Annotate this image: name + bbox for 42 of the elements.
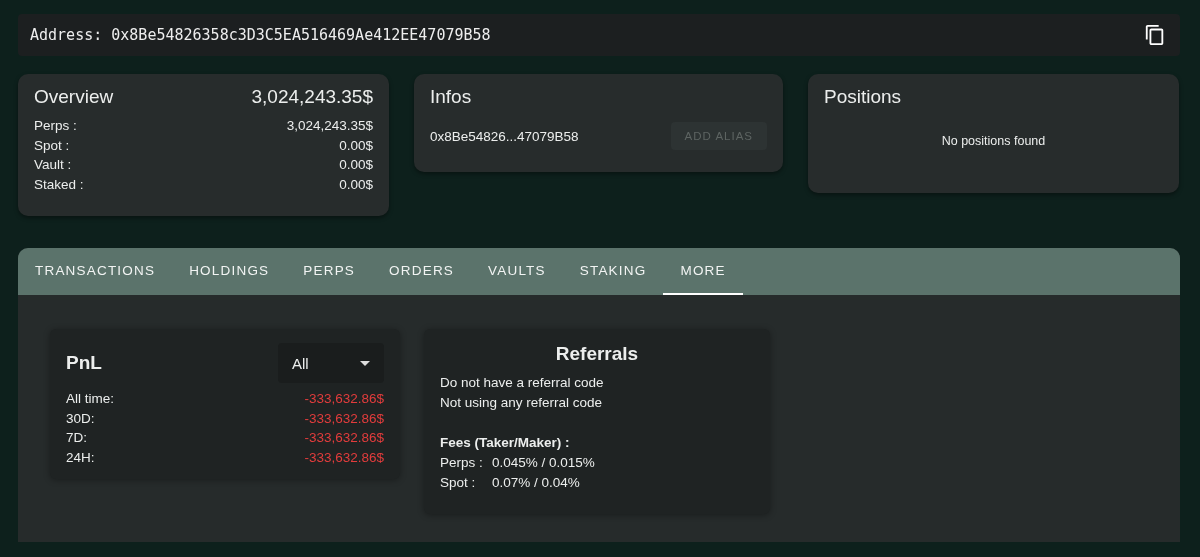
period-select[interactable]: All xyxy=(278,343,384,383)
pnl-value: -333,632.86$ xyxy=(304,448,384,467)
row-label: 30D: xyxy=(66,409,95,428)
tab[interactable]: STAKING xyxy=(562,248,664,295)
referral-status: Do not have a referral code xyxy=(440,374,605,392)
total-value: 3,024,243.35$ xyxy=(251,86,373,108)
pnl-value: -333,632.86$ xyxy=(304,429,384,447)
tab[interactable]: ORDERS xyxy=(372,248,472,295)
caret-icon xyxy=(360,360,370,366)
row-label: Vault : xyxy=(34,156,72,174)
row-label: Perps : xyxy=(34,117,77,135)
row-label: All time: xyxy=(66,390,114,408)
tab[interactable]: PERPS xyxy=(286,248,373,295)
copy-icon[interactable] xyxy=(1144,24,1166,46)
tab[interactable]: TRANSACTIONS xyxy=(18,248,173,295)
row-value: 0.00$ xyxy=(339,156,373,174)
card-title: Overview xyxy=(34,86,114,108)
row-value: 0.00$ xyxy=(339,175,373,194)
pnl-value: -333,632.86$ xyxy=(304,409,384,428)
card-title: Referrals xyxy=(554,343,640,365)
tab[interactable]: VAULTS xyxy=(471,248,563,295)
row-label: 24H: xyxy=(66,448,95,467)
row-label: Spot : xyxy=(34,136,70,155)
row-label: Staked : xyxy=(34,175,84,194)
fee-value: 0.07% / 0.04% xyxy=(492,475,580,490)
empty-message: No positions found xyxy=(941,134,1046,148)
row-label: 7D: xyxy=(66,429,87,447)
row-value: 0.00$ xyxy=(339,136,373,155)
row-value: 3,024,243.35$ xyxy=(286,117,373,135)
fee-label: Perps : xyxy=(440,454,484,472)
pnl-value: -333,632.86$ xyxy=(304,390,384,408)
card-title: PnL xyxy=(66,352,102,374)
referral-status: Not using any referral code xyxy=(440,394,604,412)
fee-value: 0.045% / 0.015% xyxy=(492,455,595,470)
card-title: Positions xyxy=(824,86,902,107)
tab[interactable]: HOLDINGS xyxy=(172,248,287,295)
fees-title: Fees (Taker/Maker) : xyxy=(440,434,571,452)
fee-label: Spot : xyxy=(440,474,477,492)
card-title: Infos xyxy=(430,86,472,107)
address-text: Address: 0x8Be54826358c3D3C5EA516469Ae412EE47079B58 xyxy=(30,26,491,44)
tab[interactable]: MORE xyxy=(663,248,743,295)
short-address: 0x8Be54826...47079B58 xyxy=(430,128,579,144)
